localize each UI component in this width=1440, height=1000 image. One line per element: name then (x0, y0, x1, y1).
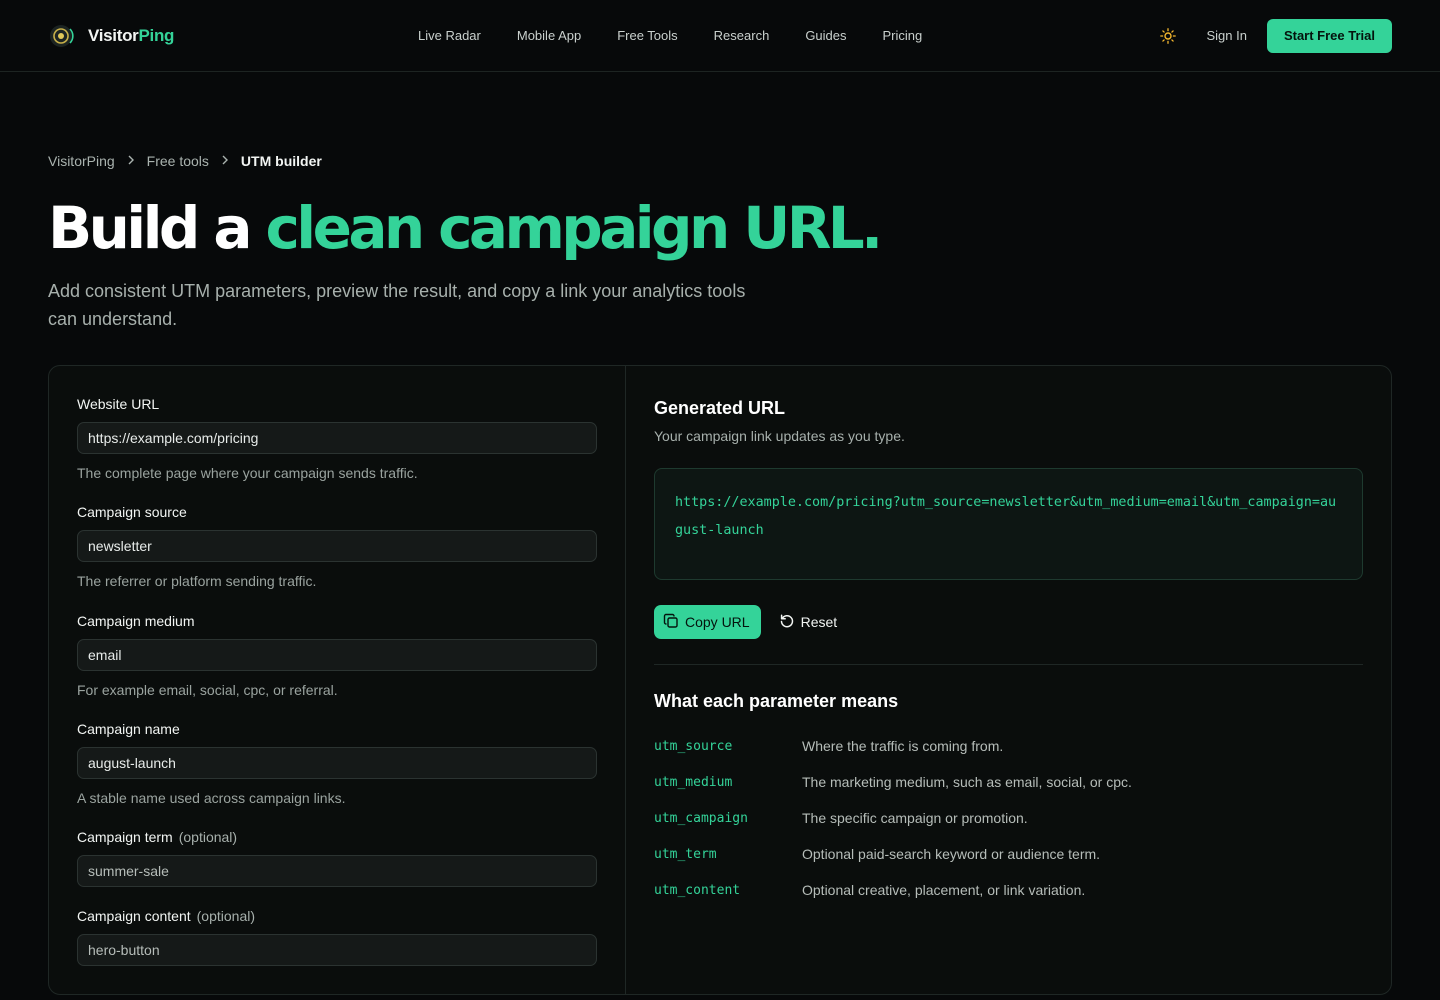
field-label-text: Campaign source (77, 504, 187, 520)
divider (654, 664, 1363, 665)
nav-mobile-app[interactable]: Mobile App (517, 28, 581, 43)
page-title: Build a clean campaign URL. (48, 192, 884, 264)
website-url-field: Website URL The complete page where your… (77, 394, 597, 502)
param-desc: The marketing medium, such as email, soc… (802, 774, 1132, 790)
copy-url-button[interactable]: Copy URL (654, 605, 761, 639)
field-label: Campaign content (optional) (77, 906, 597, 926)
optional-tag: (optional) (196, 908, 256, 924)
generated-url-title: Generated URL (654, 398, 786, 418)
param-desc: The specific campaign or promotion. (802, 810, 1028, 826)
field-help: A stable name used across campaign links… (77, 790, 346, 806)
params-title: What each parameter means (654, 691, 899, 711)
field-label-text: Campaign content (77, 908, 191, 924)
url-actions: Copy URL Reset (654, 605, 1363, 639)
page-title-white: Build a (48, 194, 253, 262)
brand-name-part1: Visitor (88, 25, 139, 45)
campaign-name-field: Campaign name A stable name used across … (77, 719, 597, 827)
field-label: Campaign name (77, 719, 597, 739)
param-row: utm_source Where the traffic is coming f… (654, 728, 1363, 764)
campaign-name-input[interactable] (77, 747, 597, 779)
start-free-trial-button[interactable]: Start Free Trial (1266, 18, 1392, 53)
field-label-text: Campaign term (77, 829, 173, 845)
radar-logo-icon (48, 22, 76, 50)
utm-form: Website URL The complete page where your… (49, 366, 626, 994)
param-row: utm_content Optional creative, placement… (654, 872, 1363, 908)
breadcrumb-section[interactable]: Free tools (147, 153, 209, 169)
campaign-term-field: Campaign term (optional) (77, 827, 597, 906)
campaign-term-input[interactable] (77, 855, 597, 887)
nav-guides[interactable]: Guides (805, 28, 846, 43)
param-row: utm_medium The marketing medium, such as… (654, 764, 1363, 800)
field-label-text: Campaign medium (77, 613, 195, 629)
main-nav: Live Radar Mobile App Free Tools Researc… (418, 28, 922, 43)
field-help: The complete page where your campaign se… (77, 465, 418, 481)
generated-url-box[interactable]: https://example.com/pricing?utm_source=n… (654, 468, 1363, 580)
brand[interactable]: VisitorPing (48, 22, 408, 50)
campaign-source-input[interactable] (77, 530, 597, 562)
param-row: utm_term Optional paid-search keyword or… (654, 836, 1363, 872)
chevron-right-icon (221, 154, 229, 168)
param-desc: Where the traffic is coming from. (802, 738, 1004, 754)
page-title-green: clean campaign URL. (265, 194, 884, 262)
reset-button[interactable]: Reset (779, 605, 838, 639)
brand-name-part2: Ping (138, 25, 175, 45)
param-desc: Optional paid-search keyword or audience… (802, 846, 1101, 862)
header-actions: Sign In Start Free Trial (1156, 18, 1392, 53)
param-desc: Optional creative, placement, or link va… (802, 882, 1086, 898)
campaign-medium-input[interactable] (77, 639, 597, 671)
top-navbar: VisitorPing Live Radar Mobile App Free T… (0, 0, 1440, 72)
campaign-content-field: Campaign content (optional) (77, 906, 597, 966)
campaign-medium-field: Campaign medium For example email, socia… (77, 611, 597, 719)
chevron-right-icon (127, 154, 135, 168)
nav-live-radar[interactable]: Live Radar (418, 28, 481, 43)
field-label-text: Campaign name (77, 721, 180, 737)
field-help: For example email, social, cpc, or refer… (77, 682, 338, 698)
param-key: utm_source (654, 738, 733, 754)
breadcrumb-home[interactable]: VisitorPing (48, 153, 115, 169)
field-help: The referrer or platform sending traffic… (77, 573, 317, 589)
output-panel: Generated URL Your campaign link updates… (626, 366, 1391, 994)
field-label: Campaign term (optional) (77, 827, 597, 847)
utm-builder-card: Website URL The complete page where your… (48, 365, 1392, 995)
website-url-input[interactable] (77, 422, 597, 454)
nav-free-tools[interactable]: Free Tools (617, 28, 677, 43)
field-label-text: Website URL (77, 396, 160, 412)
campaign-content-input[interactable] (77, 934, 597, 966)
generated-url-subtitle: Your campaign link updates as you type. (654, 428, 905, 444)
nav-research[interactable]: Research (714, 28, 770, 43)
copy-icon (663, 613, 679, 632)
field-label: Campaign medium (77, 611, 597, 631)
params-list: utm_source Where the traffic is coming f… (654, 728, 1363, 908)
param-row: utm_campaign The specific campaign or pr… (654, 800, 1363, 836)
param-key: utm_campaign (654, 810, 748, 826)
field-label: Campaign source (77, 502, 597, 522)
brand-name: VisitorPing (88, 26, 174, 46)
campaign-source-field: Campaign source The referrer or platform… (77, 502, 597, 611)
param-key: utm_term (654, 846, 717, 862)
optional-tag: (optional) (178, 829, 238, 845)
reset-label: Reset (800, 614, 838, 630)
sun-icon[interactable] (1156, 24, 1180, 48)
page-subtitle: Add consistent UTM parameters, preview t… (48, 281, 746, 329)
param-key: utm_content (654, 882, 741, 898)
param-key: utm_medium (654, 774, 733, 790)
field-label: Website URL (77, 394, 597, 414)
nav-pricing[interactable]: Pricing (883, 28, 923, 43)
copy-url-label: Copy URL (685, 614, 750, 630)
reset-icon (779, 613, 795, 632)
breadcrumb-current: UTM builder (240, 153, 322, 169)
sign-in-link[interactable]: Sign In (1206, 28, 1246, 43)
breadcrumb: VisitorPing Free tools UTM builder (48, 153, 322, 169)
